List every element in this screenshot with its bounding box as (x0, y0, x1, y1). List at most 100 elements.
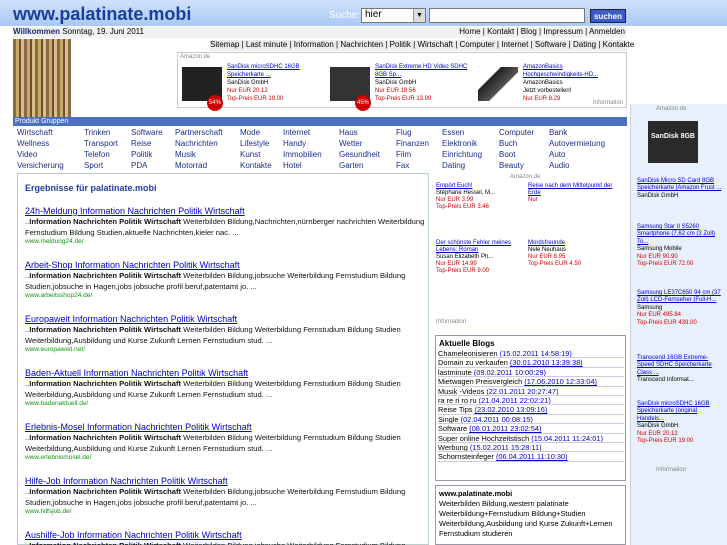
nav-wirtschaft[interactable]: Wirtschaft (417, 40, 453, 49)
nav-nachrichten[interactable]: Nachrichten (340, 40, 383, 49)
category-link[interactable]: Politik (131, 150, 152, 159)
result-url[interactable]: www.hilfsjob.de/ (25, 508, 425, 515)
product-title[interactable]: AmazonBasics Hochgeschwindigkeits-HD... (523, 63, 623, 79)
category-link[interactable]: Sport (84, 161, 103, 170)
chevron-down-icon[interactable]: ▼ (413, 9, 425, 22)
ad-product[interactable]: AmazonBasics Hochgeschwindigkeits-HD... A… (478, 63, 623, 107)
blog-item[interactable]: Domain zu verkaufen (30.01.2010 13:39:38… (438, 358, 624, 368)
result-url[interactable]: www.meldung24.de/ (25, 238, 425, 245)
category-link[interactable]: Wetter (339, 139, 362, 148)
result-title[interactable]: Arbeit-Shop Information Nachrichten Poli… (25, 260, 425, 270)
right-ad-title[interactable]: Samsung LE37C650 94 cm (37 Zoll) LCD-Fer… (637, 290, 723, 305)
category-link[interactable]: Flug (396, 128, 412, 137)
nav-last-minute[interactable]: Last minute (246, 40, 287, 49)
right-ad[interactable]: SanDisk Micro SD Card 8GB Speicherkarte … (637, 178, 723, 200)
category-link[interactable]: PDA (131, 161, 147, 170)
blog-item[interactable]: ra re ri ro ru (21.04.2011 22:02:21) (438, 396, 624, 406)
ad-info-link[interactable]: Information (436, 319, 466, 325)
category-link[interactable]: Internet (283, 128, 310, 137)
category-link[interactable]: Gesundheit (339, 150, 380, 159)
category-link[interactable]: Trinken (84, 128, 110, 137)
result-title[interactable]: Erlebnis-Mosel Information Nachrichten P… (25, 422, 425, 432)
blog-item[interactable]: Reise Tips (23.02.2010 13:09:16) (438, 405, 624, 415)
category-link[interactable]: Garten (339, 161, 363, 170)
blog-item[interactable]: Super online Hochzeitstisch (15.04.2011 … (438, 434, 624, 443)
product-title[interactable]: SanDisk microSDHC 16GB Speicherkarte ... (227, 63, 327, 79)
blog-name[interactable]: ra re ri ro ru (438, 396, 477, 404)
book-title[interactable]: Reise nach dem Mittelpunkt der Erde (528, 183, 618, 197)
result-title[interactable]: 24h-Meldung Information Nachrichten Poli… (25, 206, 425, 216)
blog-item[interactable]: lastminute (09.02.2011 10:00:29) (438, 368, 624, 378)
nav-kontakte[interactable]: Kontakte (603, 40, 635, 49)
category-link[interactable]: Essen (442, 128, 464, 137)
result-title[interactable]: Europaweit Information Nachrichten Polit… (25, 314, 425, 324)
nav-software[interactable]: Software (535, 40, 567, 49)
nav-dating[interactable]: Dating (573, 40, 596, 49)
nav-politik[interactable]: Politik (390, 40, 411, 49)
top-link-home[interactable]: Home (459, 27, 480, 36)
product-image[interactable] (478, 67, 518, 101)
blog-name[interactable]: Super online Hochzeitstisch (438, 434, 529, 442)
category-link[interactable]: Telefon (84, 150, 110, 159)
category-link[interactable]: Buch (499, 139, 517, 148)
blog-name[interactable]: lastminute (438, 368, 472, 376)
category-link[interactable]: Dating (442, 161, 465, 170)
category-link[interactable]: Boot (499, 150, 515, 159)
top-link-blog[interactable]: Blog (521, 27, 537, 36)
category-link[interactable]: Musik (175, 150, 196, 159)
site-title[interactable]: www.palatinate.mobi (13, 4, 191, 25)
category-link[interactable]: Mode (240, 128, 260, 137)
result-title[interactable]: Aushilfe-Job Information Nachrichten Pol… (25, 530, 425, 540)
ad-product[interactable]: 54% SanDisk microSDHC 16GB Speicherkarte… (182, 63, 327, 111)
category-link[interactable]: Software (131, 128, 163, 137)
blog-name[interactable]: Chameleonisieren (438, 349, 498, 357)
blog-name[interactable]: Software (438, 424, 467, 432)
right-ad-title[interactable]: Samsung Star II S5260 Smartphone (7,62 c… (637, 224, 723, 246)
category-link[interactable]: Beauty (499, 161, 524, 170)
ad-book[interactable]: Mordsfreunde Nele Neuhaus Nur EUR 8.95 Top-… (528, 240, 618, 268)
category-link[interactable]: Audio (549, 161, 569, 170)
ad-info-link[interactable]: Information (656, 467, 686, 473)
book-title[interactable]: Der schönste Fehler meines Lebens: Roman (436, 240, 526, 254)
sandisk-card-image[interactable]: SanDisk 8GB (648, 121, 698, 163)
category-link[interactable]: Wellness (17, 139, 49, 148)
blog-item[interactable]: Chameleonisieren (15.02.2011 14:58:19) (438, 349, 624, 359)
blog-item[interactable]: Mietwagen Preisvergleich (17.06.2010 12:… (438, 377, 624, 387)
category-link[interactable]: Elektronik (442, 139, 477, 148)
category-link[interactable]: Immobilien (283, 150, 322, 159)
blog-name[interactable]: Musik -Videos (438, 387, 484, 395)
top-link-kontakt[interactable]: Kontakt (487, 27, 514, 36)
right-ad-title[interactable]: SanDisk microSDHC 16GB Speicherkarte (or… (637, 401, 723, 423)
result-url[interactable]: www.arbeitsshop24.de/ (25, 292, 425, 299)
nav-information[interactable]: Information (294, 40, 334, 49)
blog-name[interactable]: Single (438, 415, 459, 423)
book-title[interactable]: Empört Euch! (436, 183, 526, 190)
category-link[interactable]: Einrichtung (442, 150, 482, 159)
ad-book[interactable]: Der schönste Fehler meines Lebens: Roman… (436, 240, 526, 275)
result-url[interactable]: www.badenaktuell.de/ (25, 400, 425, 407)
result-title[interactable]: Baden-Aktuell Information Nachrichten Po… (25, 368, 425, 378)
right-ad[interactable]: Samsung LE37C650 94 cm (37 Zoll) LCD-Fer… (637, 290, 723, 327)
result-url[interactable]: www.europaweit.net/ (25, 346, 425, 353)
category-link[interactable]: Bank (549, 128, 567, 137)
top-link-anmelden[interactable]: Anmelden (589, 27, 625, 36)
result-url[interactable]: www.erlebnismosel.de/ (25, 454, 425, 461)
search-input[interactable] (429, 8, 585, 23)
category-link[interactable]: Autovermietung (549, 139, 605, 148)
blog-name[interactable]: Schornsteinfeger (438, 452, 494, 460)
blog-item[interactable]: Software (08.01.2011 23:02:54) (438, 424, 624, 434)
category-link[interactable]: Film (396, 150, 411, 159)
blog-item[interactable]: Musik -Videos (22.01.2011 20:27:47) (438, 387, 624, 396)
blog-name[interactable]: Mietwagen Preisvergleich (438, 377, 522, 385)
category-link[interactable]: Motorrad (175, 161, 207, 170)
category-link[interactable]: Hotel (283, 161, 302, 170)
ad-book[interactable]: Empört Euch! Stéphane Hessel, M... Nur EUR… (436, 183, 526, 211)
right-ad[interactable]: SanDisk microSDHC 16GB Speicherkarte (or… (637, 401, 723, 445)
category-link[interactable]: Kontakte (240, 161, 272, 170)
right-ad-title[interactable]: SanDisk Micro SD Card 8GB Speicherkarte … (637, 178, 723, 193)
category-link[interactable]: Partnerschaft (175, 128, 223, 137)
category-link[interactable]: Handy (283, 139, 306, 148)
right-ad-title[interactable]: Transcend 16GB Extreme-Speed SDHC Speich… (637, 355, 723, 377)
search-scope-select[interactable]: hier ▼ (361, 8, 426, 23)
book-title[interactable]: Mordsfreunde (528, 240, 618, 247)
